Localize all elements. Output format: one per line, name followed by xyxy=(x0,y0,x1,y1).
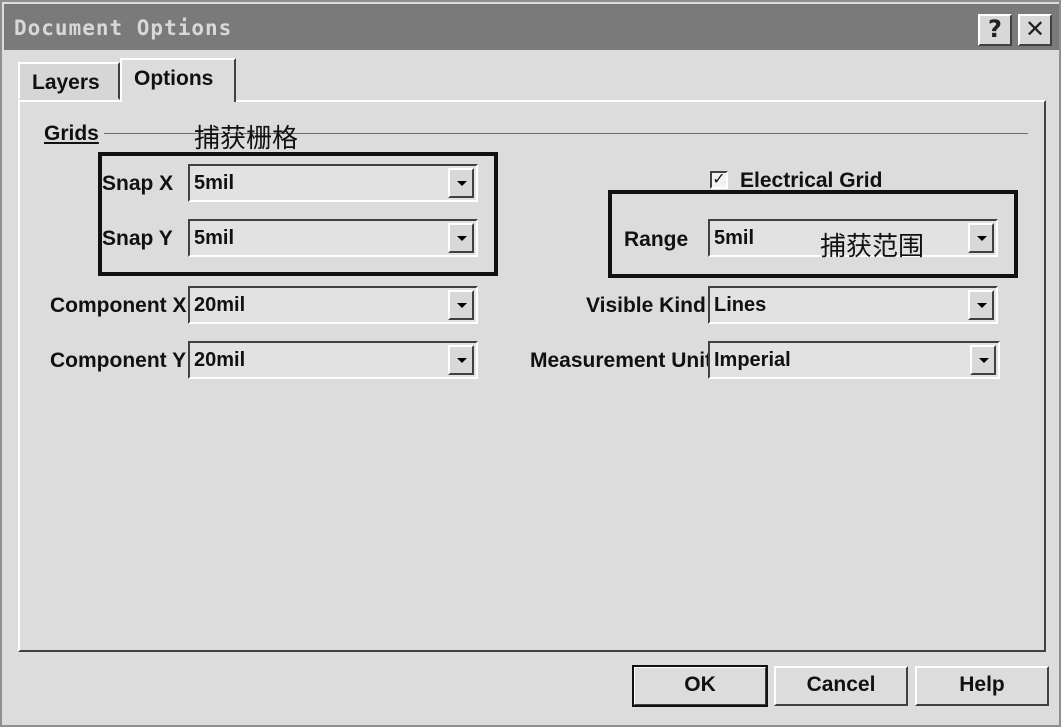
visible-kind-select[interactable]: Lines xyxy=(708,286,998,324)
document-options-dialog: Document Options ? ✕ Layers Options Grid… xyxy=(0,0,1061,727)
cancel-button[interactable]: Cancel xyxy=(774,666,908,706)
chevron-down-icon[interactable] xyxy=(448,290,474,320)
component-x-label: Component X xyxy=(50,294,187,317)
electrical-grid-checkbox[interactable]: ✓ xyxy=(710,171,728,189)
chevron-down-icon[interactable] xyxy=(448,345,474,375)
help-icon[interactable]: ? xyxy=(978,14,1012,46)
tab-options-label: Options xyxy=(134,67,214,90)
measurement-unit-value: Imperial xyxy=(714,349,791,371)
tab-layers[interactable]: Layers xyxy=(18,62,120,100)
range-annotation: 捕获范围 xyxy=(820,232,925,262)
title-bar: Document Options ? ✕ xyxy=(4,4,1059,50)
close-icon[interactable]: ✕ xyxy=(1018,14,1052,46)
component-x-select[interactable]: 20mil xyxy=(188,286,478,324)
range-highlight-box xyxy=(608,190,1018,278)
snap-grid-highlight-box xyxy=(98,152,498,276)
component-x-value: 20mil xyxy=(194,294,246,316)
chevron-down-icon[interactable] xyxy=(968,290,994,320)
help-button[interactable]: Help xyxy=(915,666,1049,706)
component-y-value: 20mil xyxy=(194,349,246,371)
snap-grid-annotation: 捕获栅格 xyxy=(194,124,299,154)
component-y-select[interactable]: 20mil xyxy=(188,341,478,379)
component-y-label: Component Y xyxy=(50,349,187,372)
window-title: Document Options xyxy=(14,16,233,40)
visible-kind-label: Visible Kind xyxy=(586,294,706,317)
chevron-down-icon[interactable] xyxy=(970,345,996,375)
measurement-unit-select[interactable]: Imperial xyxy=(708,341,1000,379)
measurement-unit-label: Measurement Unit xyxy=(530,349,708,372)
tab-layers-label: Layers xyxy=(32,71,100,94)
visible-kind-value: Lines xyxy=(714,294,767,316)
grids-group-label: Grids xyxy=(44,122,99,145)
ok-button[interactable]: OK xyxy=(632,665,768,707)
tab-options[interactable]: Options xyxy=(120,58,236,102)
